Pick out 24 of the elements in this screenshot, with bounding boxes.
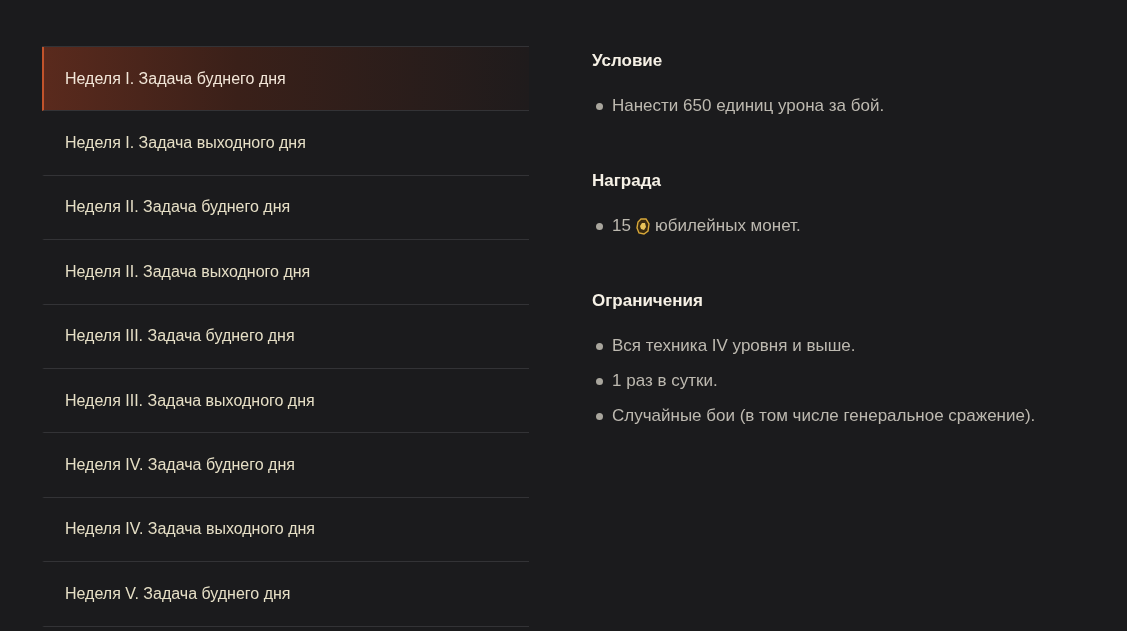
list-text: 1 раз в сутки. [612, 371, 718, 391]
list-text: Вся техника IV уровня и выше. [612, 336, 856, 356]
task-tab[interactable]: Неделя III. Задача выходного дня [42, 368, 529, 434]
reward-text: юбилейных монет. [654, 216, 801, 236]
task-tab[interactable]: Неделя II. Задача выходного дня [42, 240, 529, 305]
task-tab[interactable]: Неделя I. Задача буднего дня [42, 47, 529, 112]
list-text: Нанести 650 единиц урона за бой. [612, 96, 885, 116]
task-tab[interactable]: Неделя I. Задача выходного дня [42, 111, 529, 176]
task-tab[interactable]: Неделя III. Задача буднего дня [42, 304, 529, 369]
section-heading: Условие [592, 51, 663, 71]
task-tab[interactable]: Неделя II. Задача буднего дня [42, 175, 529, 241]
coin-icon [635, 217, 650, 235]
section-heading: Ограничения [592, 291, 703, 311]
bullet-icon [596, 102, 603, 110]
list-text: Случайные бои (в том числе генеральное сражение). [612, 406, 1036, 426]
task-tab[interactable]: Неделя V. Задача буднего дня [42, 562, 529, 627]
section-heading: Награда [592, 171, 661, 191]
bullet-icon [596, 412, 603, 420]
task-tab[interactable]: Неделя IV. Задача буднего дня [42, 433, 529, 498]
task-tab[interactable]: Неделя IV. Задача выходного дня [42, 497, 529, 563]
bullet-icon [596, 222, 603, 230]
reward-amount: 15 [612, 216, 631, 236]
bullet-icon [596, 377, 603, 385]
bullet-icon [596, 342, 603, 350]
